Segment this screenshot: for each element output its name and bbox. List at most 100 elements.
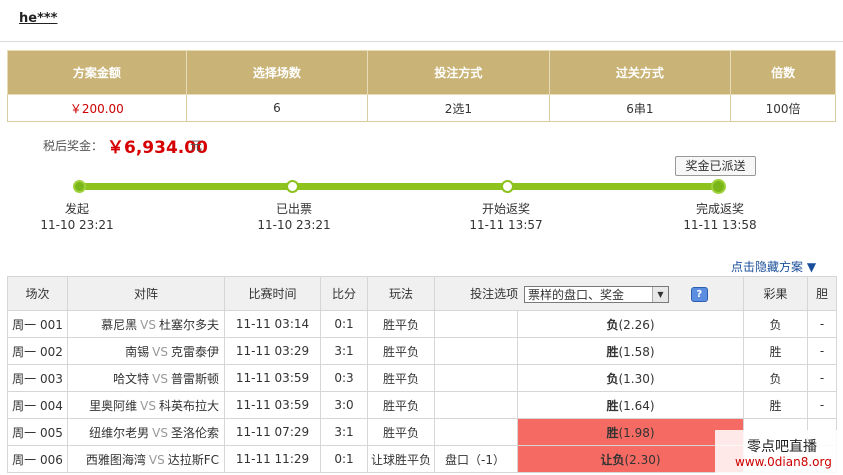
vs-text: VS (140, 398, 156, 413)
plan-amount-value: ￥200.00 (7, 94, 187, 122)
match-play: 胜平负 (367, 337, 435, 365)
step-label-payout-start: 开始返奖 (481, 202, 530, 216)
match-play: 胜平负 (367, 364, 435, 392)
site-watermark: 零点吧直播 www.0dian8.org (715, 430, 843, 475)
match-pick: 负(2.26) (517, 310, 744, 338)
vs-text: VS (152, 344, 168, 359)
pick-label: 负 (606, 371, 619, 386)
match-time: 11-11 11:29 (224, 445, 321, 473)
match-seq: 周一 004 (7, 391, 68, 419)
header-plan-amount: 方案金额 (7, 50, 187, 95)
match-pick: 让负(2.30) (517, 445, 744, 473)
matches-header-row: 场次 对阵 比赛时间 比分 玩法 投注选项 票样的盘口、奖金 ▼ ? 彩果 胆 (7, 276, 837, 311)
divider (0, 41, 843, 42)
match-handicap (434, 310, 518, 338)
match-play: 胜平负 (367, 310, 435, 338)
match-vs: 慕尼黑 VS 杜塞尔多夫 (67, 310, 225, 338)
progress-node-initiated (73, 180, 86, 193)
match-seq: 周一 003 (7, 364, 68, 392)
match-score: 0:1 (320, 445, 368, 473)
match-vs: 里奥阿维 VS 科英布拉大 (67, 391, 225, 419)
match-time: 11-11 03:59 (224, 364, 321, 392)
match-vs: 南锡 VS 克雷泰伊 (67, 337, 225, 365)
home-team: 哈文特 (113, 371, 150, 386)
watermark-title: 零点吧直播 (747, 439, 817, 455)
step-time-payout-start: 11-11 13:57 (469, 218, 543, 232)
progress-node-payout-start (501, 180, 514, 193)
username-link[interactable]: he*** (19, 11, 57, 26)
pick-label: 让负 (600, 452, 625, 467)
table-row: 周一 006 西雅图海湾 VS 达拉斯FC 11-11 11:29 0:1 让球胜平… (7, 445, 837, 473)
pick-odds: (1.30) (618, 371, 655, 386)
match-pick: 胜(1.58) (517, 337, 744, 365)
match-score: 0:1 (320, 310, 368, 338)
match-score: 3:1 (320, 337, 368, 365)
vs-text: VS (152, 425, 168, 440)
pick-label: 负 (606, 317, 619, 332)
step-label-initiated: 发起 (64, 202, 89, 216)
away-team: 普雷斯顿 (170, 371, 219, 386)
pick-odds: (2.30) (624, 452, 661, 467)
match-score: 3:1 (320, 418, 368, 446)
col-vs: 对阵 (67, 276, 225, 311)
home-team: 慕尼黑 (101, 317, 138, 332)
table-row: 周一 001 慕尼黑 VS 杜塞尔多夫 11-11 03:14 0:1 胜平负 负(… (7, 310, 837, 338)
matches-table: 场次 对阵 比赛时间 比分 玩法 投注选项 票样的盘口、奖金 ▼ ? 彩果 胆 … (7, 276, 837, 473)
pick-label: 胜 (606, 425, 619, 440)
prize-paid-badge: 奖金已派送 (675, 156, 756, 176)
pick-label: 胜 (606, 398, 619, 413)
match-banker: - (807, 310, 837, 338)
hide-plan-link[interactable]: 点击隐藏方案 ▼ (731, 258, 816, 275)
match-result: 负 (743, 364, 808, 392)
prize-unit: 元 (190, 139, 203, 153)
match-banker: - (807, 337, 837, 365)
step-time-ticketed: 11-10 23:21 (257, 218, 331, 232)
col-result: 彩果 (743, 276, 808, 311)
progress-track (79, 183, 719, 190)
match-pick: 负(1.30) (517, 364, 744, 392)
pick-odds: (1.98) (618, 425, 655, 440)
chevron-down-icon[interactable]: ▼ (652, 286, 668, 302)
pick-label: 胜 (606, 344, 619, 359)
home-team: 西雅图海湾 (85, 452, 146, 467)
home-team: 里奥阿维 (89, 398, 138, 413)
step-label-payout-done: 完成返奖 (695, 202, 744, 216)
away-team: 克雷泰伊 (170, 344, 219, 359)
match-seq: 周一 005 (7, 418, 68, 446)
table-row: 周一 003 哈文特 VS 普雷斯顿 11-11 03:59 0:3 胜平负 负(1… (7, 364, 837, 392)
parlay-type-value: 6串1 (548, 94, 732, 122)
watermark-url: www.0dian8.org (735, 455, 832, 469)
match-vs: 哈文特 VS 普雷斯顿 (67, 364, 225, 392)
step-time-initiated: 11-10 23:21 (40, 218, 114, 232)
multiplier-value: 100倍 (730, 94, 836, 122)
col-option: 投注选项 票样的盘口、奖金 ▼ ? (434, 276, 744, 311)
match-handicap (434, 418, 518, 446)
match-vs: 纽维尔老男 VS 圣洛伦索 (67, 418, 225, 446)
option-display-select-value: 票样的盘口、奖金 (528, 287, 625, 302)
match-pick: 胜(1.64) (517, 391, 744, 419)
away-team: 杜塞尔多夫 (158, 317, 219, 332)
match-handicap (434, 337, 518, 365)
vs-text: VS (140, 317, 156, 332)
match-result: 胜 (743, 337, 808, 365)
match-seq: 周一 001 (7, 310, 68, 338)
home-team: 纽维尔老男 (89, 425, 150, 440)
pick-odds: (2.26) (618, 317, 655, 332)
match-handicap: 盘口（-1） (434, 445, 518, 473)
match-banker: - (807, 391, 837, 419)
help-icon[interactable]: ? (690, 286, 708, 302)
table-row: 周一 004 里奥阿维 VS 科英布拉大 11-11 03:59 3:0 胜平负 胜… (7, 391, 837, 419)
header-bet-type: 投注方式 (367, 50, 550, 95)
summary-header-row: 方案金额 选择场数 投注方式 过关方式 倍数 (7, 50, 836, 95)
match-result: 负 (743, 310, 808, 338)
away-team: 圣洛伦索 (170, 425, 219, 440)
progress-node-payout-done (711, 179, 726, 194)
match-play: 胜平负 (367, 391, 435, 419)
match-result: 胜 (743, 391, 808, 419)
col-seq: 场次 (7, 276, 68, 311)
col-score: 比分 (320, 276, 368, 311)
col-banker: 胆 (807, 276, 837, 311)
option-display-select[interactable]: 票样的盘口、奖金 ▼ (524, 285, 669, 303)
match-time: 11-11 03:29 (224, 337, 321, 365)
summary-value-row: ￥200.00 6 2选1 6串1 100倍 (7, 94, 836, 122)
